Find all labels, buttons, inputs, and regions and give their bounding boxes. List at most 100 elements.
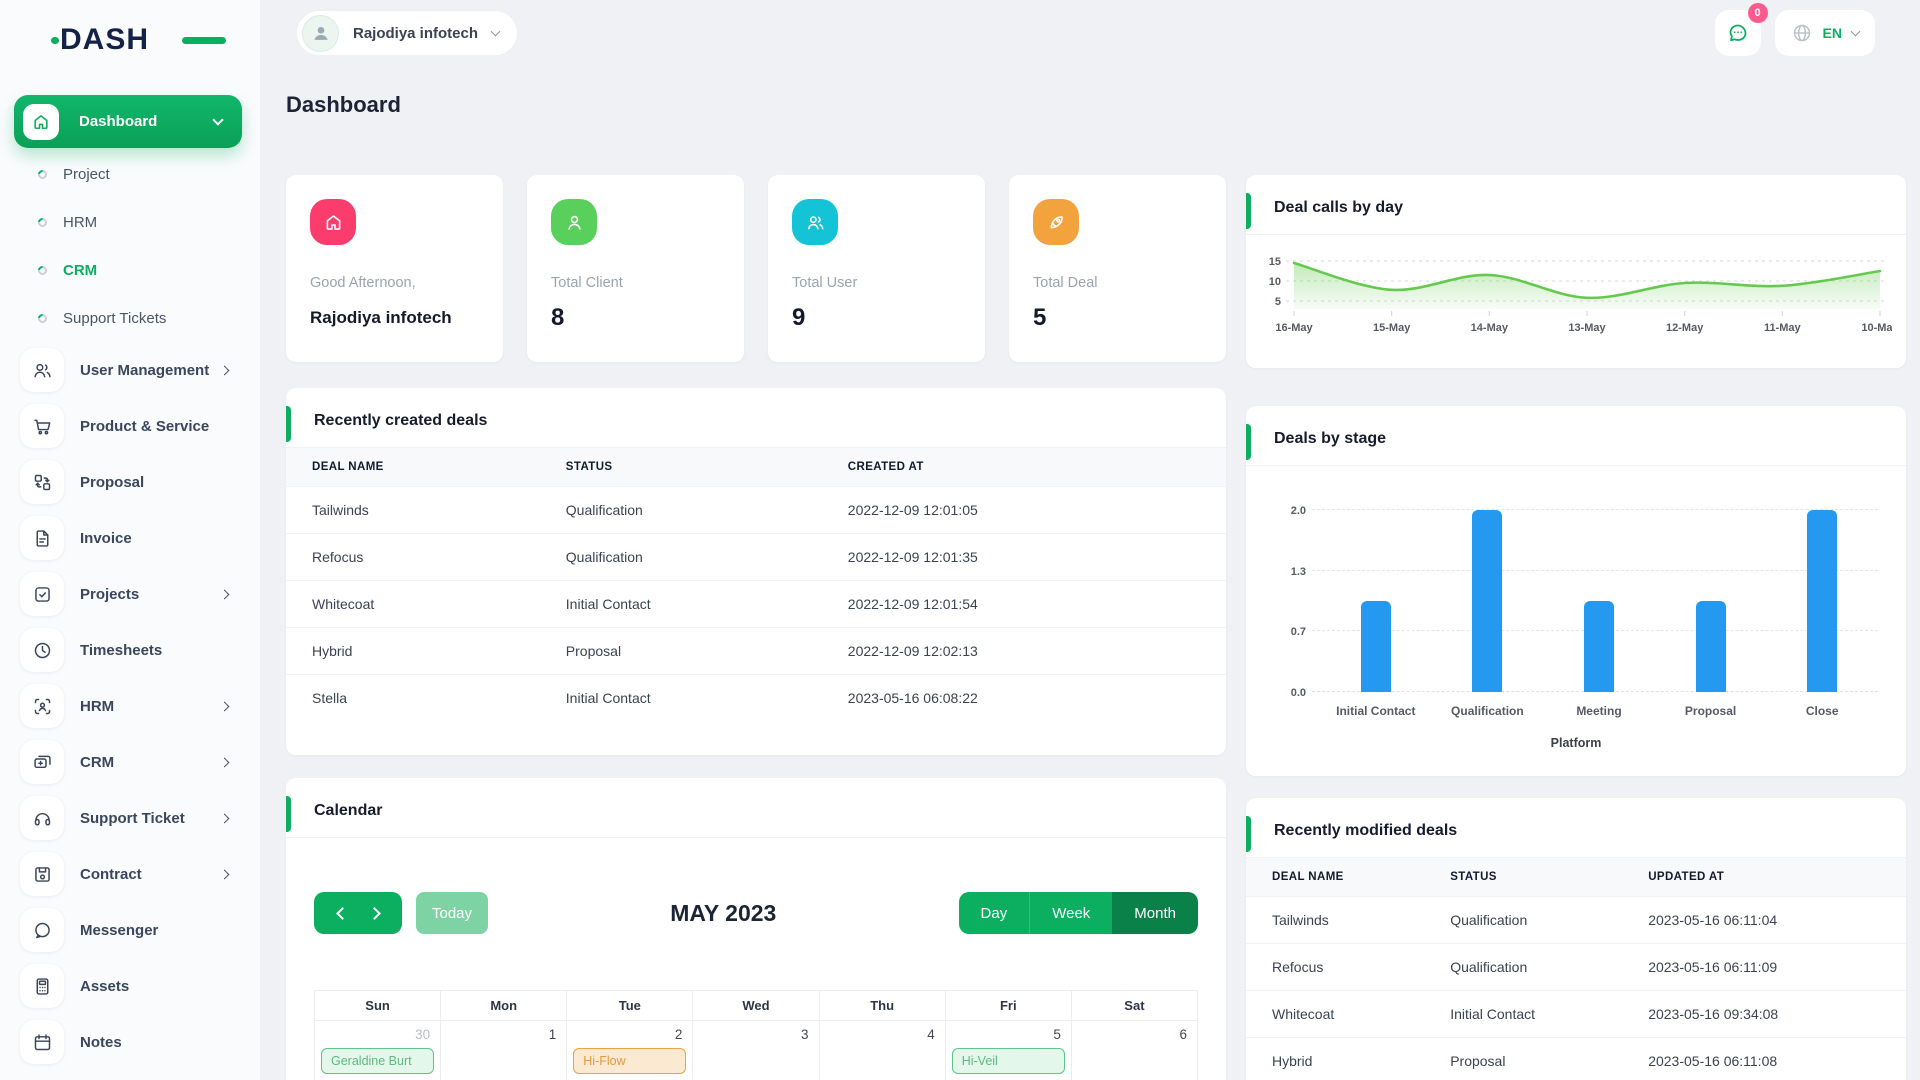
status-cell: Initial Contact	[539, 674, 822, 721]
sidebar-subitem-crm[interactable]: CRM	[0, 246, 260, 294]
calendar-month-title: MAY 2023	[670, 899, 777, 926]
category-label: Meeting	[1576, 704, 1622, 718]
category-label: Close	[1805, 704, 1839, 718]
calendar-day-cell[interactable]: 1	[441, 1021, 568, 1080]
company-selector[interactable]: Rajodiya infotech	[296, 10, 519, 56]
calendar-day-cell[interactable]: 2 Hi-Flow	[567, 1021, 694, 1080]
sidebar: DASH Dashboard Project HRM CRM Support T…	[0, 0, 260, 1080]
clock-icon	[20, 628, 64, 672]
created-at-cell: 2022-12-09 12:01:05	[821, 486, 1226, 534]
status-cell: Qualification	[539, 533, 822, 581]
bullet-icon	[36, 311, 49, 325]
calendar-day-cell[interactable]: 4	[819, 1021, 946, 1080]
bar-close	[1807, 510, 1838, 692]
table-row: Hybrid Proposal 2022-12-09 12:02:13	[286, 627, 1226, 675]
created-at-cell: 2022-12-09 12:01:54	[821, 580, 1226, 628]
calendar-day-cell[interactable]: 30 Geraldine Burt	[315, 1021, 442, 1080]
column-header: STATUS	[1450, 871, 1497, 883]
calendar-day-cell[interactable]: 3	[693, 1021, 820, 1080]
dashboard-submenu: Project HRM CRM Support Tickets	[0, 150, 260, 342]
next-month-button[interactable]	[367, 906, 381, 920]
calendar-event[interactable]: Geraldine Burt	[321, 1048, 435, 1074]
svg-text:12-May: 12-May	[1666, 322, 1704, 334]
today-button[interactable]: Today	[416, 892, 488, 934]
category-label: Proposal	[1684, 704, 1737, 718]
chevron-right-icon	[219, 869, 230, 879]
sidebar-subitem-project[interactable]: Project	[0, 150, 260, 198]
deals-by-stage-bar-chart: 0.0 0.7 1.3 2.0 Initial Contact Qualificatio…	[1246, 505, 1906, 776]
sidebar-item-user-management[interactable]: User Management	[0, 342, 260, 398]
sidebar-item-support-ticket[interactable]: Support Ticket	[0, 790, 260, 846]
column-header: UPDATED AT	[1648, 871, 1725, 883]
card-title: Recently created deals	[286, 388, 1226, 448]
chevron-down-icon	[212, 113, 224, 126]
sidebar-item-product-service[interactable]: Product & Service	[0, 398, 260, 454]
users-icon	[20, 348, 64, 392]
chat-bubble-icon	[1729, 24, 1746, 42]
language-selector[interactable]: EN	[1774, 10, 1875, 56]
sidebar-item-assets[interactable]: Assets	[0, 958, 260, 1014]
sidebar-item-contract[interactable]: Contract	[0, 846, 260, 902]
sidebar-item-invoice[interactable]: Invoice	[0, 510, 260, 566]
calendar-toolbar: Today MAY 2023 Day Week Month	[286, 892, 1226, 934]
id-card-icon	[20, 740, 64, 784]
calendar-day-cell[interactable]: 6	[1071, 1021, 1198, 1080]
column-header: DEAL NAME	[312, 461, 384, 473]
app-logo[interactable]: DASH	[51, 22, 226, 58]
notification-badge: 0	[1747, 3, 1768, 23]
sidebar-subitem-support-tickets[interactable]: Support Tickets	[0, 294, 260, 342]
bullet-icon	[36, 167, 49, 181]
status-cell: Qualification	[1424, 896, 1623, 944]
chevron-right-icon	[219, 589, 230, 599]
proposal-icon	[20, 460, 64, 504]
sidebar-item-notes[interactable]: Notes	[0, 1014, 260, 1070]
chevron-right-icon	[219, 757, 230, 767]
calendar-day-cell[interactable]: 5 Hi-Veil	[945, 1021, 1072, 1080]
user-icon	[551, 199, 597, 245]
status-cell: Initial Contact	[1424, 990, 1623, 1038]
deal-name-cell: Refocus	[1246, 943, 1425, 991]
view-month-button[interactable]: Month	[1112, 892, 1198, 934]
svg-text:16-May: 16-May	[1275, 322, 1313, 334]
chevron-down-icon	[1850, 26, 1861, 37]
svg-text:10-May: 10-May	[1861, 322, 1892, 334]
prev-month-button[interactable]	[335, 906, 349, 920]
recently-modified-deals-card: Recently modified deals DEAL NAME STATUS…	[1246, 798, 1906, 1080]
sidebar-item-messenger[interactable]: Messenger	[0, 902, 260, 958]
calendar-event[interactable]: Hi-Flow	[573, 1048, 687, 1074]
created-at-cell: 2022-12-09 12:01:35	[821, 533, 1226, 581]
x-axis-label: Platform	[1550, 736, 1602, 750]
card-accent	[1246, 193, 1251, 229]
bullet-icon	[36, 263, 49, 277]
modified-deals-table: DEAL NAME STATUS UPDATED AT Tailwinds Qu…	[1246, 858, 1906, 1080]
svg-text:5: 5	[1275, 296, 1281, 308]
calendar-event[interactable]: Hi-Veil	[951, 1048, 1065, 1074]
deal-name-cell: Hybrid	[286, 627, 540, 675]
created-at-cell: 2022-12-09 12:02:13	[821, 627, 1226, 675]
sidebar-item-dashboard[interactable]: Dashboard	[14, 95, 242, 148]
user-scan-icon	[20, 684, 64, 728]
company-name: Rajodiya infotech	[353, 24, 479, 42]
view-week-button[interactable]: Week	[1030, 892, 1113, 934]
headset-icon	[20, 796, 64, 840]
deal-name-cell: Refocus	[286, 533, 540, 581]
card-title: Calendar	[286, 778, 1226, 838]
table-row: Whitecoat Initial Contact 2023-05-16 09:…	[1246, 990, 1906, 1038]
status-cell: Proposal	[539, 627, 822, 675]
sidebar-subitem-hrm[interactable]: HRM	[0, 198, 260, 246]
deal-name-cell: Stella	[286, 674, 540, 721]
sidebar-item-timesheets[interactable]: Timesheets	[0, 622, 260, 678]
recently-created-deals-card: Recently created deals DEAL NAME STATUS …	[286, 388, 1226, 755]
column-header: STATUS	[565, 461, 613, 473]
home-icon	[23, 103, 59, 140]
messages-button[interactable]: 0	[1714, 3, 1768, 56]
view-day-button[interactable]: Day	[958, 892, 1031, 934]
chevron-right-icon	[219, 701, 230, 711]
sidebar-item-hrm[interactable]: HRM	[0, 678, 260, 734]
sidebar-item-crm[interactable]: CRM	[0, 734, 260, 790]
svg-text:15: 15	[1269, 256, 1281, 268]
sidebar-item-projects[interactable]: Projects	[0, 566, 260, 622]
sidebar-item-proposal[interactable]: Proposal	[0, 454, 260, 510]
card-accent	[1246, 816, 1251, 852]
bar-qualification	[1472, 510, 1503, 692]
